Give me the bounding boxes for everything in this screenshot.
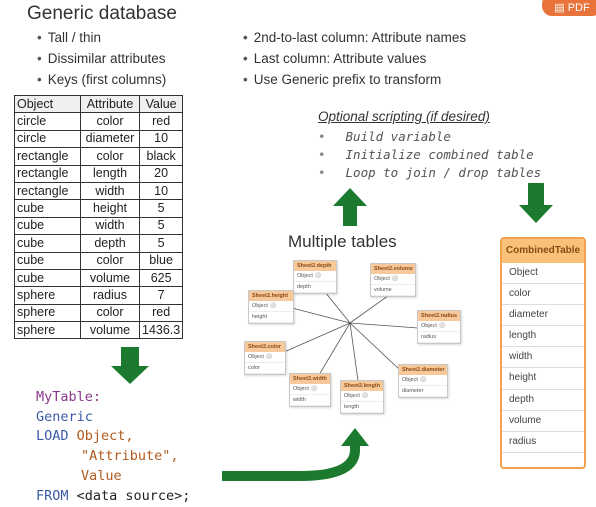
- key-icon: ⚪: [310, 386, 318, 392]
- code-line: "Attribute",: [81, 448, 179, 465]
- field-name: Object: [421, 323, 437, 329]
- field-name: diameter: [399, 386, 447, 397]
- combined-field: Object: [502, 263, 584, 285]
- sheet-length-table[interactable]: Sheet2.length Object ⚪ length: [340, 380, 384, 414]
- field-name: Object: [293, 386, 309, 392]
- code-line: Value: [81, 467, 122, 484]
- combined-table[interactable]: CombinedTable Object color diameter leng…: [500, 237, 586, 469]
- script-step: Loop to join / drop tables: [318, 164, 542, 182]
- arrow-down-icon: [519, 183, 553, 223]
- field-name: radius: [418, 332, 460, 343]
- combined-field: height: [502, 368, 584, 390]
- field-name: Object: [374, 276, 390, 282]
- field-name: volume: [371, 285, 415, 296]
- sheet-volume-table[interactable]: Sheet2.volume Object ⚪ volume: [370, 263, 416, 297]
- sheet-name: Sheet2.length: [341, 381, 383, 391]
- field-name: depth: [294, 282, 336, 293]
- field-name: height: [249, 312, 293, 323]
- script-step: Build variable: [318, 128, 541, 146]
- field-name: Object: [402, 377, 418, 383]
- optional-scripting-list: Build variable Initialize combined table…: [318, 128, 542, 182]
- sheet-name: Sheet2.depth: [294, 261, 336, 271]
- combined-field: diameter: [502, 305, 584, 327]
- sheet-depth-table[interactable]: Sheet2.depth Object ⚪ depth: [293, 260, 337, 294]
- key-icon: ⚪: [361, 393, 369, 399]
- key-icon: ⚪: [314, 273, 322, 279]
- sheet-diameter-table[interactable]: Sheet2.diameter Object ⚪ diameter: [398, 364, 448, 398]
- sheet-radius-table[interactable]: Sheet2.radius Object ⚪ radius: [417, 310, 461, 344]
- field-name: Object: [297, 273, 313, 279]
- combined-field: length: [502, 326, 584, 348]
- key-icon: ⚪: [438, 323, 446, 329]
- sheet-name: Sheet2.volume: [371, 264, 415, 274]
- sheet-name: Sheet2.diameter: [399, 365, 447, 375]
- combined-field: radius: [502, 432, 584, 453]
- sheet-width-table[interactable]: Sheet2.width Object ⚪ width: [289, 373, 331, 407]
- code-line: LOAD Object,: [36, 428, 134, 445]
- curved-arrow-icon: [222, 443, 360, 481]
- sheet-height-table[interactable]: Sheet2.height Object ⚪ height: [248, 290, 294, 324]
- optional-scripting-title: Optional scripting (if desired): [318, 109, 490, 124]
- sheet-name: Sheet2.radius: [418, 311, 460, 321]
- field-name: Object: [248, 354, 264, 360]
- field-name: width: [290, 395, 330, 406]
- combined-field: color: [502, 284, 584, 306]
- arrow-up-icon: [333, 188, 367, 226]
- code-line: FROM <data source>;: [36, 487, 191, 504]
- key-icon: ⚪: [391, 276, 399, 282]
- combined-field: volume: [502, 411, 584, 432]
- key-icon: ⚪: [419, 377, 427, 383]
- code-line: MyTable:: [36, 389, 102, 405]
- field-name: color: [245, 363, 285, 374]
- load-script-code: MyTable: Generic LOAD Object, "Attribute", V…: [36, 388, 190, 506]
- sheet-name: Sheet2.width: [290, 374, 330, 384]
- key-icon: ⚪: [269, 303, 277, 309]
- sheet-name: Sheet2.color: [245, 342, 285, 352]
- field-name: Object: [344, 393, 360, 399]
- key-icon: ⚪: [265, 354, 273, 360]
- script-step: Initialize combined table: [318, 146, 541, 164]
- code-line: Generic: [36, 408, 93, 425]
- combined-table-title: CombinedTable: [502, 239, 584, 263]
- field-name: Object: [252, 303, 268, 309]
- multiple-tables-title: Multiple tables: [288, 232, 397, 251]
- combined-field: width: [502, 347, 584, 369]
- sheet-name: Sheet2.height: [249, 291, 293, 301]
- field-name: length: [341, 402, 383, 413]
- sheet-color-table[interactable]: Sheet2.color Object ⚪ color: [244, 341, 286, 375]
- arrow-down-icon: [111, 347, 149, 384]
- combined-field: depth: [502, 390, 584, 411]
